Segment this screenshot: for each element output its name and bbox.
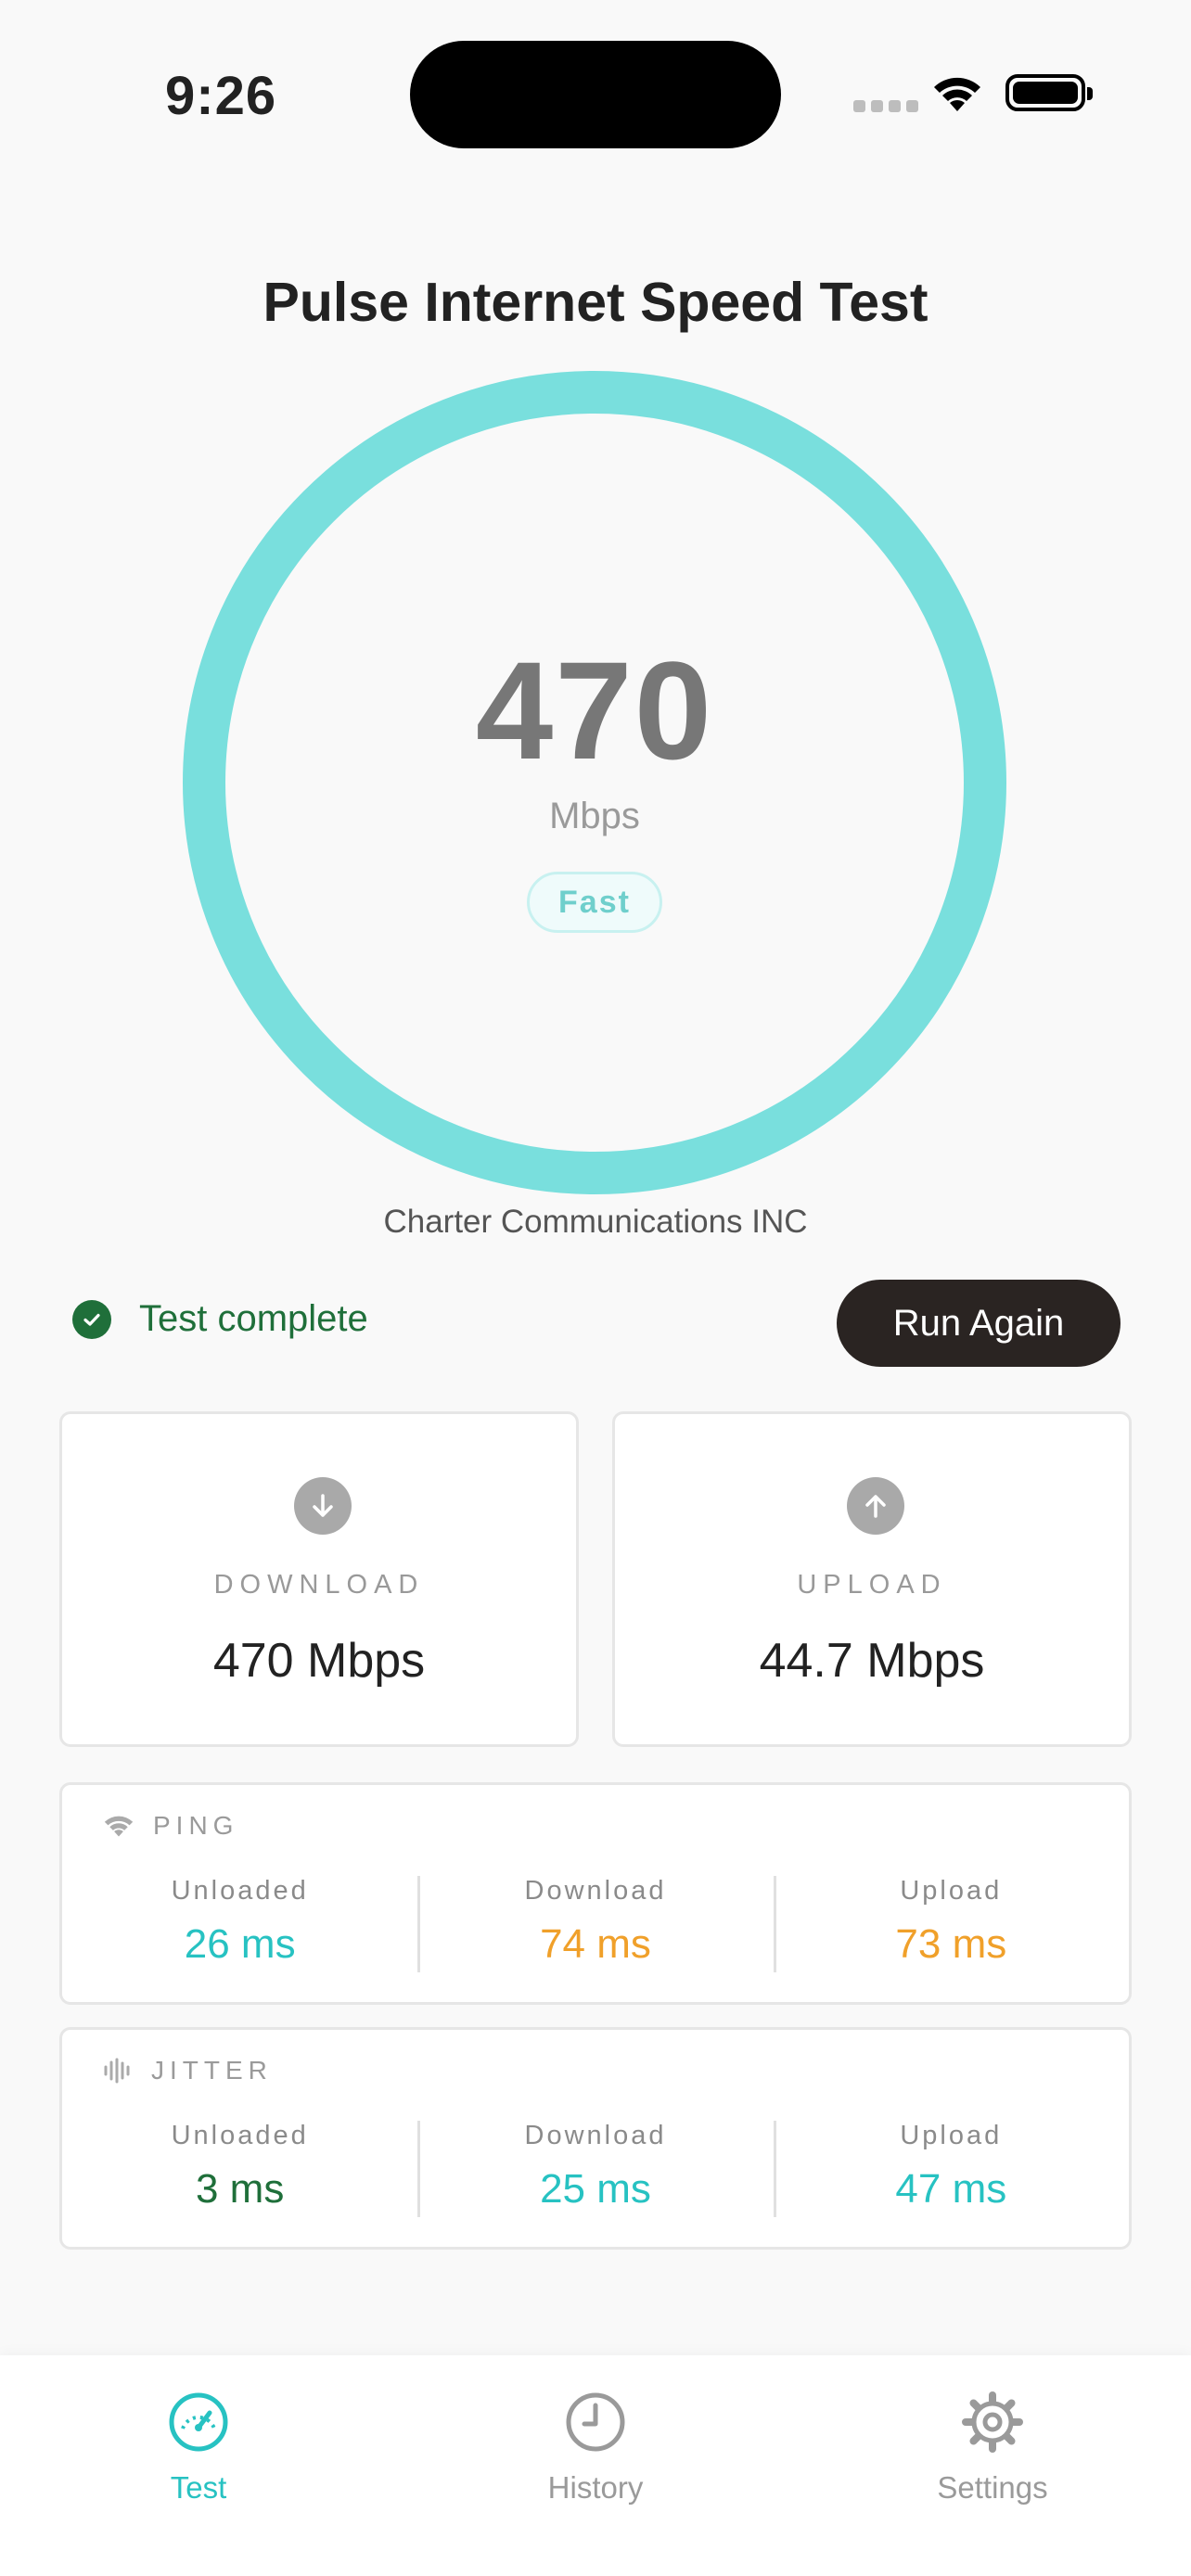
clock-icon bbox=[566, 2392, 625, 2452]
check-circle-icon bbox=[72, 1299, 111, 1339]
dynamic-island bbox=[410, 41, 781, 148]
download-card: DOWNLOAD 470 Mbps bbox=[59, 1411, 579, 1747]
jitter-download-value: 25 ms bbox=[540, 2166, 651, 2212]
waveform-icon bbox=[104, 2058, 130, 2084]
tab-history-label: History bbox=[547, 2470, 644, 2505]
ping-unloaded-value: 26 ms bbox=[184, 1921, 296, 1967]
jitter-header: JITTER bbox=[103, 2056, 273, 2085]
jitter-upload-label: Upload bbox=[900, 2121, 1003, 2150]
tab-bar: Test History Settings bbox=[0, 2355, 1191, 2576]
speed-gauge: 470 Mbps Fast bbox=[183, 371, 1006, 1194]
speed-unit: Mbps bbox=[549, 796, 640, 836]
upload-card: UPLOAD 44.7 Mbps bbox=[612, 1411, 1132, 1747]
jitter-download: Download 25 ms bbox=[417, 2121, 773, 2217]
tab-history[interactable]: History bbox=[503, 2391, 688, 2506]
ping-upload-label: Upload bbox=[900, 1876, 1003, 1906]
download-value: 470 Mbps bbox=[212, 1634, 426, 1688]
tab-test-label: Test bbox=[170, 2470, 227, 2505]
speed-value: 470 bbox=[475, 632, 714, 788]
ping-upload-value: 73 ms bbox=[895, 1921, 1007, 1967]
speed-rating-badge: Fast bbox=[527, 872, 662, 933]
battery-icon bbox=[1005, 74, 1093, 111]
gear-icon bbox=[962, 2391, 1023, 2453]
ping-header: PING bbox=[103, 1811, 238, 1841]
page-title: Pulse Internet Speed Test bbox=[263, 272, 928, 333]
jitter-upload-value: 47 ms bbox=[895, 2166, 1007, 2212]
arrow-up-icon bbox=[847, 1477, 904, 1535]
jitter-unloaded-value: 3 ms bbox=[195, 2166, 285, 2212]
arrow-down-icon bbox=[294, 1477, 352, 1535]
ping-download-value: 74 ms bbox=[540, 1921, 651, 1967]
jitter-unloaded: Unloaded 3 ms bbox=[62, 2121, 417, 2213]
status-time: 9:26 bbox=[165, 66, 277, 126]
upload-label: UPLOAD bbox=[797, 1570, 947, 1600]
ping-card: PING Unloaded 26 ms Download 74 ms Uploa… bbox=[59, 1782, 1132, 2005]
jitter-upload: Upload 47 ms bbox=[773, 2121, 1129, 2217]
ping-unloaded-label: Unloaded bbox=[171, 1876, 309, 1906]
jitter-unloaded-label: Unloaded bbox=[171, 2121, 309, 2150]
ping-download: Download 74 ms bbox=[417, 1876, 773, 1972]
speedometer-icon bbox=[169, 2392, 228, 2452]
ping-title: PING bbox=[153, 1811, 239, 1840]
run-again-button[interactable]: Run Again bbox=[837, 1280, 1121, 1367]
isp-name: Charter Communications INC bbox=[383, 1204, 808, 1240]
tab-settings-label: Settings bbox=[937, 2470, 1048, 2505]
tab-settings[interactable]: Settings bbox=[900, 2391, 1085, 2506]
ping-download-label: Download bbox=[524, 1876, 667, 1906]
download-label: DOWNLOAD bbox=[213, 1570, 425, 1600]
test-status: Test complete bbox=[72, 1298, 368, 1340]
wifi-icon bbox=[104, 1816, 134, 1837]
wifi-status-icon bbox=[934, 77, 980, 111]
jitter-title: JITTER bbox=[151, 2056, 273, 2085]
ping-unloaded: Unloaded 26 ms bbox=[62, 1876, 417, 1968]
upload-value: 44.7 Mbps bbox=[759, 1634, 985, 1688]
test-status-text: Test complete bbox=[139, 1298, 368, 1339]
jitter-card: JITTER Unloaded 3 ms Download 25 ms Uplo… bbox=[59, 2027, 1132, 2250]
tab-test[interactable]: Test bbox=[106, 2391, 291, 2506]
jitter-download-label: Download bbox=[524, 2121, 667, 2150]
ping-upload: Upload 73 ms bbox=[773, 1876, 1129, 1972]
cellular-signal-icon bbox=[853, 100, 918, 112]
